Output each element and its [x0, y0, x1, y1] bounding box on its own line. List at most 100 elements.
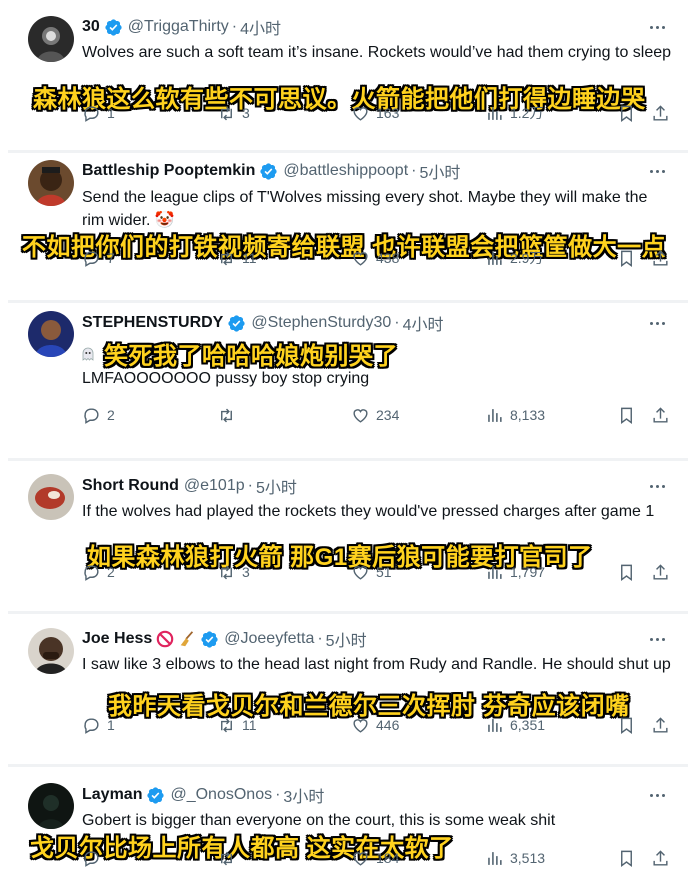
- share-button[interactable]: [651, 847, 670, 869]
- reply-button[interactable]: [82, 847, 107, 869]
- share-button[interactable]: [651, 714, 670, 736]
- views-button[interactable]: 6,351: [485, 714, 545, 736]
- more-icon[interactable]: [647, 17, 667, 37]
- avatar[interactable]: [28, 628, 74, 674]
- retweet-button[interactable]: 11: [217, 247, 257, 269]
- like-icon: [353, 408, 368, 423]
- share-icon: [653, 104, 668, 121]
- like-button[interactable]: 446: [351, 714, 399, 736]
- author-handle[interactable]: @battleshippoopt: [283, 162, 408, 180]
- tweet[interactable]: 30 @TriggaThirty · 4小时 Wolves are such a…: [0, 0, 693, 150]
- timestamp[interactable]: 4小时: [403, 311, 444, 335]
- like-count: 438: [376, 250, 400, 266]
- share-button[interactable]: [651, 561, 670, 583]
- share-button[interactable]: [651, 404, 670, 426]
- like-button[interactable]: 163: [351, 102, 399, 124]
- like-button[interactable]: 184: [351, 847, 399, 869]
- like-icon: [353, 851, 368, 866]
- bookmark-button[interactable]: [617, 247, 636, 269]
- view-count: 1.2万: [510, 105, 544, 121]
- more-icon[interactable]: [647, 313, 667, 333]
- retweet-icon: [221, 851, 232, 865]
- reply-icon: [84, 250, 99, 267]
- bookmark-button[interactable]: [617, 561, 636, 583]
- bookmark-icon: [621, 105, 632, 122]
- like-button[interactable]: 438: [351, 247, 399, 269]
- separator-dot: ·: [275, 786, 281, 803]
- timestamp[interactable]: 5小时: [326, 627, 367, 651]
- like-count: 163: [376, 105, 400, 121]
- like-button[interactable]: 51: [351, 561, 392, 583]
- bookmark-icon: [621, 564, 632, 581]
- share-button[interactable]: [651, 102, 670, 124]
- author-handle[interactable]: @e101p: [184, 477, 245, 495]
- bookmark-button[interactable]: [617, 714, 636, 736]
- author-handle[interactable]: @_OnosOnos: [170, 786, 272, 804]
- reply-button[interactable]: 1: [82, 102, 115, 124]
- tweet[interactable]: Layman @_OnosOnos · 3小时 Gobert is bigger…: [0, 767, 693, 872]
- more-icon[interactable]: [647, 629, 667, 649]
- avatar[interactable]: [28, 16, 74, 62]
- timestamp[interactable]: 5小时: [256, 474, 297, 498]
- view-count: 2.9万: [510, 250, 544, 266]
- author-handle[interactable]: @StephenSturdy30: [251, 314, 391, 332]
- views-button[interactable]: 8,133: [485, 404, 545, 426]
- views-button[interactable]: 3,513: [485, 847, 545, 869]
- share-icon: [653, 406, 668, 423]
- author-name[interactable]: STEPHENSTURDY: [82, 314, 223, 332]
- author-name[interactable]: Battleship Pooptemkin: [82, 162, 255, 180]
- author-name[interactable]: Layman: [82, 786, 142, 804]
- avatar[interactable]: [28, 783, 74, 829]
- bookmark-button[interactable]: [617, 847, 636, 869]
- view-count: 1,797: [510, 564, 546, 580]
- more-icon[interactable]: [647, 161, 667, 181]
- author-handle[interactable]: @Joeeyfetta: [224, 630, 314, 648]
- like-button[interactable]: 234: [351, 404, 399, 426]
- avatar[interactable]: [28, 311, 74, 357]
- tweet[interactable]: Battleship Pooptemkin @battleshippoopt ·…: [0, 153, 693, 300]
- action-bar: 184 3,513: [0, 847, 693, 869]
- bookmark-button[interactable]: [617, 102, 636, 124]
- tweet[interactable]: Short Round @e101p · 5小时 If the wolves h…: [0, 461, 693, 611]
- bookmark-button[interactable]: [617, 404, 636, 426]
- retweet-icon: [221, 106, 232, 120]
- like-count: 234: [376, 407, 400, 423]
- author-handle[interactable]: @TriggaThirty: [128, 18, 229, 36]
- reply-button[interactable]: 1: [82, 714, 115, 736]
- more-icon[interactable]: [647, 785, 667, 805]
- author-name[interactable]: Short Round: [82, 477, 179, 495]
- tweet[interactable]: Joe Hess @Joeeyfetta · 5小时 I saw like 3 …: [0, 614, 693, 764]
- action-bar: 1 11 446 6,351: [0, 714, 693, 736]
- retweet-button[interactable]: 11: [217, 714, 257, 736]
- avatar[interactable]: [28, 160, 74, 206]
- retweet-button[interactable]: 3: [217, 561, 250, 583]
- more-icon[interactable]: [647, 476, 667, 496]
- timestamp[interactable]: 3小时: [283, 783, 324, 807]
- retweet-button[interactable]: 3: [217, 102, 250, 124]
- tweet[interactable]: STEPHENSTURDY @StephenSturdy30 · 4小时 笑死我…: [0, 303, 693, 458]
- timestamp[interactable]: 5小时: [419, 159, 460, 183]
- views-button[interactable]: 1.2万: [485, 102, 543, 124]
- author-name[interactable]: Joe Hess: [82, 630, 152, 648]
- avatar[interactable]: [28, 474, 74, 520]
- reply-button[interactable]: 2: [82, 561, 115, 583]
- reply-button[interactable]: 7: [82, 247, 115, 269]
- reply-icon: [84, 105, 99, 122]
- verified-icon: [228, 314, 245, 332]
- reply-button[interactable]: 2: [82, 404, 115, 426]
- verified-icon: [105, 18, 122, 36]
- views-button[interactable]: 1,797: [485, 561, 545, 583]
- separator-dot: ·: [317, 630, 323, 647]
- prohibited-emoji: [156, 630, 174, 648]
- retweet-button[interactable]: [217, 404, 242, 426]
- views-button[interactable]: 2.9万: [485, 247, 543, 269]
- reply-count: 2: [107, 564, 115, 580]
- retweet-button[interactable]: [217, 847, 242, 869]
- author-name[interactable]: 30: [82, 18, 100, 36]
- verified-icon: [260, 162, 277, 180]
- views-icon: [488, 106, 502, 120]
- timestamp[interactable]: 4小时: [240, 15, 281, 39]
- like-icon: [353, 106, 368, 121]
- share-button[interactable]: [651, 247, 670, 269]
- reply-icon: [84, 407, 99, 424]
